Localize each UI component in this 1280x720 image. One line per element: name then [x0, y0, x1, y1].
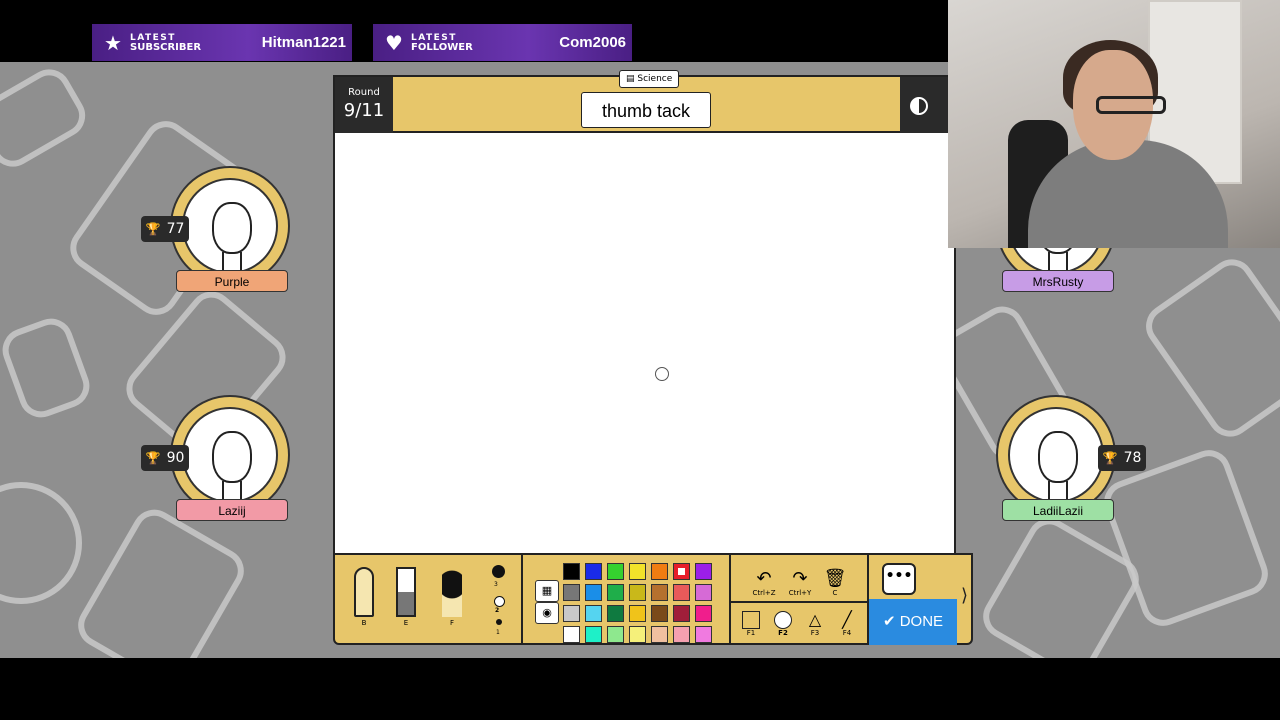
chat-bubble-icon: ••• — [885, 568, 913, 584]
color-swatch[interactable] — [607, 626, 624, 643]
color-swatch[interactable] — [629, 563, 646, 580]
marker-doodle — [1137, 250, 1280, 446]
brush-doodle — [0, 62, 94, 175]
color-swatch[interactable] — [695, 626, 712, 643]
player-name: Laziij — [176, 499, 288, 521]
brush-size-large[interactable] — [492, 565, 505, 578]
undo-icon: ↶ — [756, 568, 772, 589]
color-swatch[interactable] — [651, 563, 668, 580]
fill-tool[interactable]: F — [439, 567, 465, 627]
crosshair-cursor-icon — [655, 367, 669, 381]
circle-icon — [774, 611, 792, 629]
player-name: MrsRusty — [1002, 270, 1114, 292]
color-swatch[interactable] — [585, 605, 602, 622]
color-swatch[interactable] — [563, 626, 580, 643]
round-indicator: Round 9/11 — [335, 77, 393, 135]
target-word: thumb tack — [581, 92, 711, 128]
drawing-toolbar: B E F 3 2 1 ▦ ◉ ↶ Ctrl+Z ↷ Ctrl+Y 🗑 C F1… — [333, 553, 973, 645]
redo-button[interactable]: ↷ Ctrl+Y — [785, 568, 815, 598]
color-swatch[interactable] — [563, 563, 580, 580]
custom-color-icon[interactable]: ▦ — [535, 580, 559, 602]
color-swatch[interactable] — [607, 605, 624, 622]
color-swatch[interactable] — [651, 605, 668, 622]
checkmark-icon: ✔ — [882, 613, 900, 630]
player-score: 🏆 90 — [141, 445, 189, 471]
color-swatch[interactable] — [585, 584, 602, 601]
color-swatch[interactable] — [673, 563, 690, 580]
color-swatch[interactable] — [629, 605, 646, 622]
marker-doodle — [0, 312, 96, 424]
follower-name: Com2006 — [559, 34, 626, 51]
color-picker-icon[interactable]: ◉ — [535, 602, 559, 624]
alert-label-bottom: SUBSCRIBER — [130, 41, 202, 53]
swatch-grid — [563, 563, 712, 643]
brush-size-small[interactable] — [496, 619, 502, 625]
paint-bucket-icon — [442, 567, 462, 617]
color-swatch[interactable] — [673, 605, 690, 622]
player-name: LadiiLazii — [1002, 499, 1114, 521]
drawing-canvas[interactable] — [333, 133, 956, 553]
clear-button[interactable]: 🗑 C — [820, 568, 850, 598]
player-name: Purple — [176, 270, 288, 292]
color-swatch[interactable] — [651, 626, 668, 643]
color-swatch[interactable] — [673, 584, 690, 601]
expand-chevron-icon[interactable]: ⟩ — [961, 585, 968, 606]
line-tool[interactable]: ╱ F4 — [834, 610, 860, 638]
pencil-icon — [354, 567, 374, 617]
color-swatch[interactable] — [695, 605, 712, 622]
trophy-icon: 🏆 — [145, 451, 161, 465]
latest-subscriber-alert: ★ LATEST SUBSCRIBER Hitman1221 — [92, 24, 352, 61]
color-swatch[interactable] — [695, 563, 712, 580]
round-label: Round — [348, 87, 380, 98]
color-swatch[interactable] — [629, 626, 646, 643]
action-section: ↶ Ctrl+Z ↷ Ctrl+Y 🗑 C F1 F2 △ F3 ╱ F4 — [731, 555, 869, 643]
chat-button[interactable]: ••• — [882, 563, 916, 595]
color-swatch[interactable] — [585, 626, 602, 643]
square-icon — [742, 611, 760, 629]
clock-icon — [910, 97, 928, 115]
game-header: Round 9/11 ▤ Science thumb tack 116 — [333, 70, 960, 176]
alert-label-top: LATEST — [411, 32, 457, 43]
webcam-feed — [948, 0, 1280, 248]
eraser-tool[interactable]: E — [393, 567, 419, 627]
eraser-icon — [396, 567, 416, 617]
redo-icon: ↷ — [792, 568, 808, 589]
paint-doodle — [0, 482, 82, 604]
subscriber-name: Hitman1221 — [261, 34, 346, 51]
triangle-icon: △ — [808, 610, 822, 629]
triangle-tool[interactable]: △ F3 — [802, 610, 828, 638]
color-swatch[interactable] — [673, 626, 690, 643]
color-swatch[interactable] — [585, 563, 602, 580]
tool-section: B E F 3 2 1 — [335, 555, 523, 643]
document-icon: ▤ — [626, 74, 638, 84]
color-swatch[interactable] — [695, 584, 712, 601]
player-score: 🏆 77 — [141, 216, 189, 242]
alert-label-bottom: FOLLOWER — [411, 41, 473, 53]
game-board: Round 9/11 ▤ Science thumb tack 116 B E … — [333, 70, 973, 645]
line-icon: ╱ — [842, 610, 852, 629]
color-palette: ▦ ◉ — [523, 555, 731, 643]
alert-label-top: LATEST — [130, 32, 176, 43]
color-swatch[interactable] — [607, 563, 624, 580]
category-tag: ▤ Science — [619, 70, 680, 88]
color-swatch[interactable] — [629, 584, 646, 601]
color-swatch[interactable] — [563, 584, 580, 601]
color-swatch[interactable] — [607, 584, 624, 601]
trophy-icon: 🏆 — [145, 222, 161, 236]
star-icon: ★ — [104, 30, 122, 55]
done-button[interactable]: ✔ DONE — [869, 599, 957, 645]
color-swatch[interactable] — [651, 584, 668, 601]
undo-button[interactable]: ↶ Ctrl+Z — [749, 568, 779, 598]
round-value: 9/11 — [343, 100, 385, 121]
latest-follower-alert: ♥ LATEST FOLLOWER Com2006 — [373, 24, 632, 61]
pencil-tool[interactable]: B — [351, 567, 377, 627]
trophy-icon: 🏆 — [1102, 451, 1118, 465]
heart-icon: ♥ — [385, 30, 403, 55]
square-tool[interactable]: F1 — [738, 611, 764, 637]
circle-tool[interactable]: F2 — [770, 611, 796, 637]
brush-size-medium[interactable] — [494, 596, 505, 607]
player-score: 🏆 78 — [1098, 445, 1146, 471]
color-swatch[interactable] — [563, 605, 580, 622]
trash-icon: 🗑 — [823, 568, 847, 589]
